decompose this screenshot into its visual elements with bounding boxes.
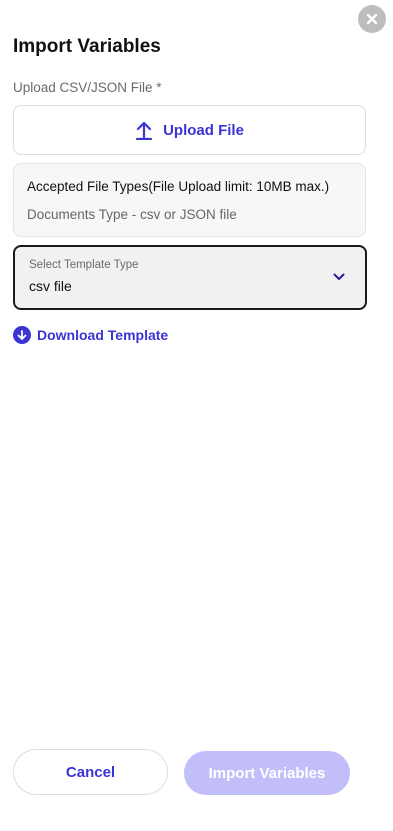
template-type-caption: Select Template Type [29,259,139,271]
import-variables-button[interactable]: Import Variables [184,751,350,795]
download-template-label: Download Template [37,327,169,343]
file-types-title: Accepted File Types(File Upload limit: 1… [27,179,330,194]
template-type-select[interactable]: Select Template Type csv file [13,245,367,310]
close-icon [366,13,378,25]
upload-arrow-icon [135,121,153,140]
file-types-info: Accepted File Types(File Upload limit: 1… [13,163,366,237]
cancel-button[interactable]: Cancel [13,749,168,795]
import-variables-dialog: Import Variables Upload CSV/JSON File * … [0,0,393,831]
close-button[interactable] [358,5,386,33]
template-type-value: csv file [29,278,72,294]
download-template-link[interactable]: Download Template [13,325,168,345]
upload-file-button[interactable]: Upload File [13,105,366,155]
upload-file-label: Upload File [163,121,244,139]
download-circle-icon [13,326,31,344]
dialog-title: Import Variables [13,36,161,57]
chevron-down-icon [333,273,345,280]
file-types-subtitle: Documents Type - csv or JSON file [27,207,237,222]
upload-field-label: Upload CSV/JSON File * [13,80,162,95]
